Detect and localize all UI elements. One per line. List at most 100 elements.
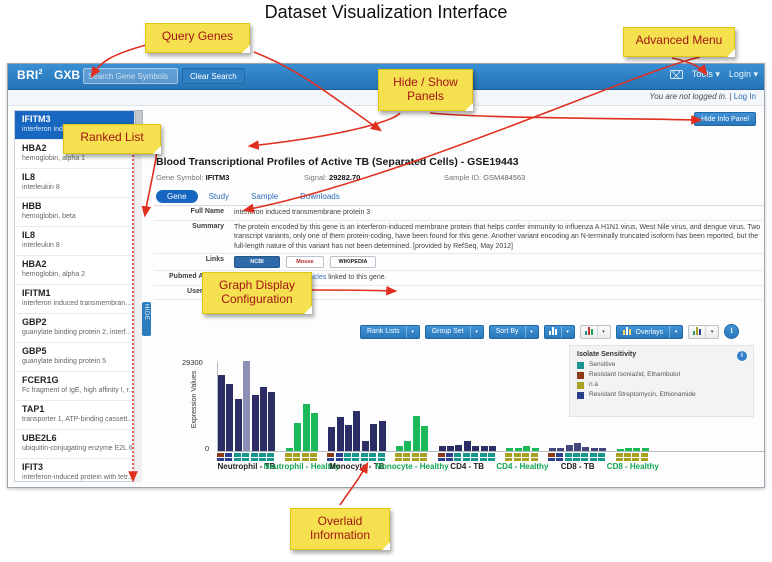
gene-list-item[interactable]: GBP2 guanylate binding protein 2, interf.… [15,314,141,343]
overlay-cell-bottom [556,457,564,461]
gene-symbol: IL8 [22,172,36,182]
bar[interactable] [218,375,225,451]
overlay-cell-bottom [335,457,343,461]
gene-list-scrollbar[interactable] [134,110,143,482]
overlay-cell-top [335,453,343,457]
chart-type-dropdown[interactable]: ▾ [543,324,575,339]
mouse-genome-icon[interactable]: Mouse [286,256,324,268]
bar[interactable] [234,399,242,451]
info-tabs[interactable]: Gene Study Sample Downloads [156,190,351,203]
ranked-gene-list[interactable]: IFITM3interferon induced transmembrane .… [14,110,142,482]
bar[interactable] [616,448,624,451]
hide-panel-tab[interactable]: HIDE [142,302,151,336]
gene-list-item[interactable]: IFITM1 interferon induced transmembrane .… [15,285,141,314]
bar[interactable] [294,422,302,451]
wikipedia-icon[interactable]: WIKIPEDIA [330,256,376,268]
bar[interactable] [438,445,446,451]
overlay-color-dropdown[interactable]: ▾ [688,324,720,339]
envelope-icon[interactable] [669,70,683,79]
gene-list-item[interactable]: GBP5 guanylate binding protein 5 [15,343,141,372]
bar[interactable] [641,448,649,451]
bar[interactable] [548,447,556,451]
bar[interactable] [557,447,565,451]
bar[interactable] [412,416,420,451]
tab-study[interactable]: Study [198,190,240,203]
bar[interactable] [582,447,590,451]
gene-list-item[interactable]: HBA2 hemoglobin, alpha 2 [15,256,141,285]
sort-by-dropdown[interactable]: Sort By ▾ [488,324,539,339]
overlay-strips [217,453,764,461]
bar[interactable] [251,395,259,451]
bar[interactable] [345,425,353,451]
clear-search-button[interactable]: Clear Search [182,68,245,84]
content-area: IFITM3interferon induced transmembrane .… [8,106,764,487]
overlay-cell-bottom [327,457,335,461]
bar[interactable] [446,446,454,451]
bar[interactable] [463,440,471,451]
bar[interactable] [565,444,573,451]
tools-menu[interactable]: Tools ▾ [692,69,720,80]
log-in-link[interactable]: Log In [734,92,756,101]
bar[interactable] [531,447,539,451]
bar[interactable] [378,421,386,451]
bar[interactable] [226,383,234,451]
overlays-dropdown[interactable]: Overlays ▾ [615,324,684,339]
bar[interactable] [396,446,404,451]
gene-list-item[interactable]: UBE2L6 ubiquitin-conjugating enzyme E2L 6 [15,430,141,459]
overlay-strip [573,453,581,461]
bar[interactable] [361,441,369,451]
bar[interactable] [625,448,633,451]
green-bar-chart-icon [689,326,705,337]
bar[interactable] [370,424,378,451]
bar[interactable] [523,446,531,451]
group-set-dropdown[interactable]: Group Set ▾ [424,324,484,339]
ncbi-icon[interactable]: NCBI [234,256,280,268]
overlay-cell-bottom [547,457,555,461]
overlay-strip [250,453,258,461]
rank-lists-dropdown[interactable]: Rank Lists ▾ [360,324,420,339]
bar[interactable] [488,446,496,451]
bar[interactable] [310,413,318,451]
hide-info-panel-button[interactable]: Hide Info Panel [694,112,756,126]
gene-list-item[interactable]: IFIT3 interferon-induced protein with tet… [15,459,141,481]
gene-list-item[interactable]: FCER1G Fc fragment of IgE, high affinity … [15,372,141,401]
tab-gene[interactable]: Gene [156,190,198,203]
bar[interactable] [285,447,293,451]
gene-list-item[interactable]: TAP1 transporter 1, ATP-binding cassett..… [15,401,141,430]
bar[interactable] [599,447,607,451]
overlay-cell-top [258,453,266,457]
gene-list-item[interactable]: IL8 interleukin 8 [15,227,141,256]
color-scheme-dropdown[interactable]: ▾ [579,324,611,339]
bar[interactable] [259,386,267,451]
download-icon[interactable]: ⭳ [724,324,740,339]
bar[interactable] [590,447,598,451]
brand-logo: BRI2 [17,68,43,82]
gene-list-item[interactable]: HBB hemoglobin, beta [15,198,141,227]
bar[interactable] [404,441,412,451]
bar[interactable] [480,446,488,451]
page-title: Dataset Visualization Interface [264,2,508,22]
overlay-cell-top [217,453,224,457]
bar[interactable] [336,416,344,451]
login-menu[interactable]: Login ▾ [729,69,758,80]
bar[interactable] [506,448,514,451]
bar[interactable] [353,411,361,451]
tab-sample[interactable]: Sample [240,190,289,203]
bar-group [548,361,608,451]
bar[interactable] [268,392,276,451]
bar[interactable] [633,448,641,451]
bar[interactable] [514,448,522,451]
gene-list-item[interactable]: IL8 interleukin 8 [15,169,141,198]
bar[interactable] [328,427,336,451]
bar[interactable] [455,445,463,451]
search-input[interactable] [83,68,178,84]
bar[interactable] [243,361,251,451]
gene-description: transporter 1, ATP-binding cassett... [22,416,134,423]
tab-downloads[interactable]: Downloads [289,190,351,203]
chevron-down-icon: ▾ [560,325,574,338]
bar[interactable] [472,445,480,451]
bar[interactable] [302,403,310,451]
bar[interactable] [421,425,429,451]
bar[interactable] [574,443,582,451]
overlay-strip [217,453,224,461]
